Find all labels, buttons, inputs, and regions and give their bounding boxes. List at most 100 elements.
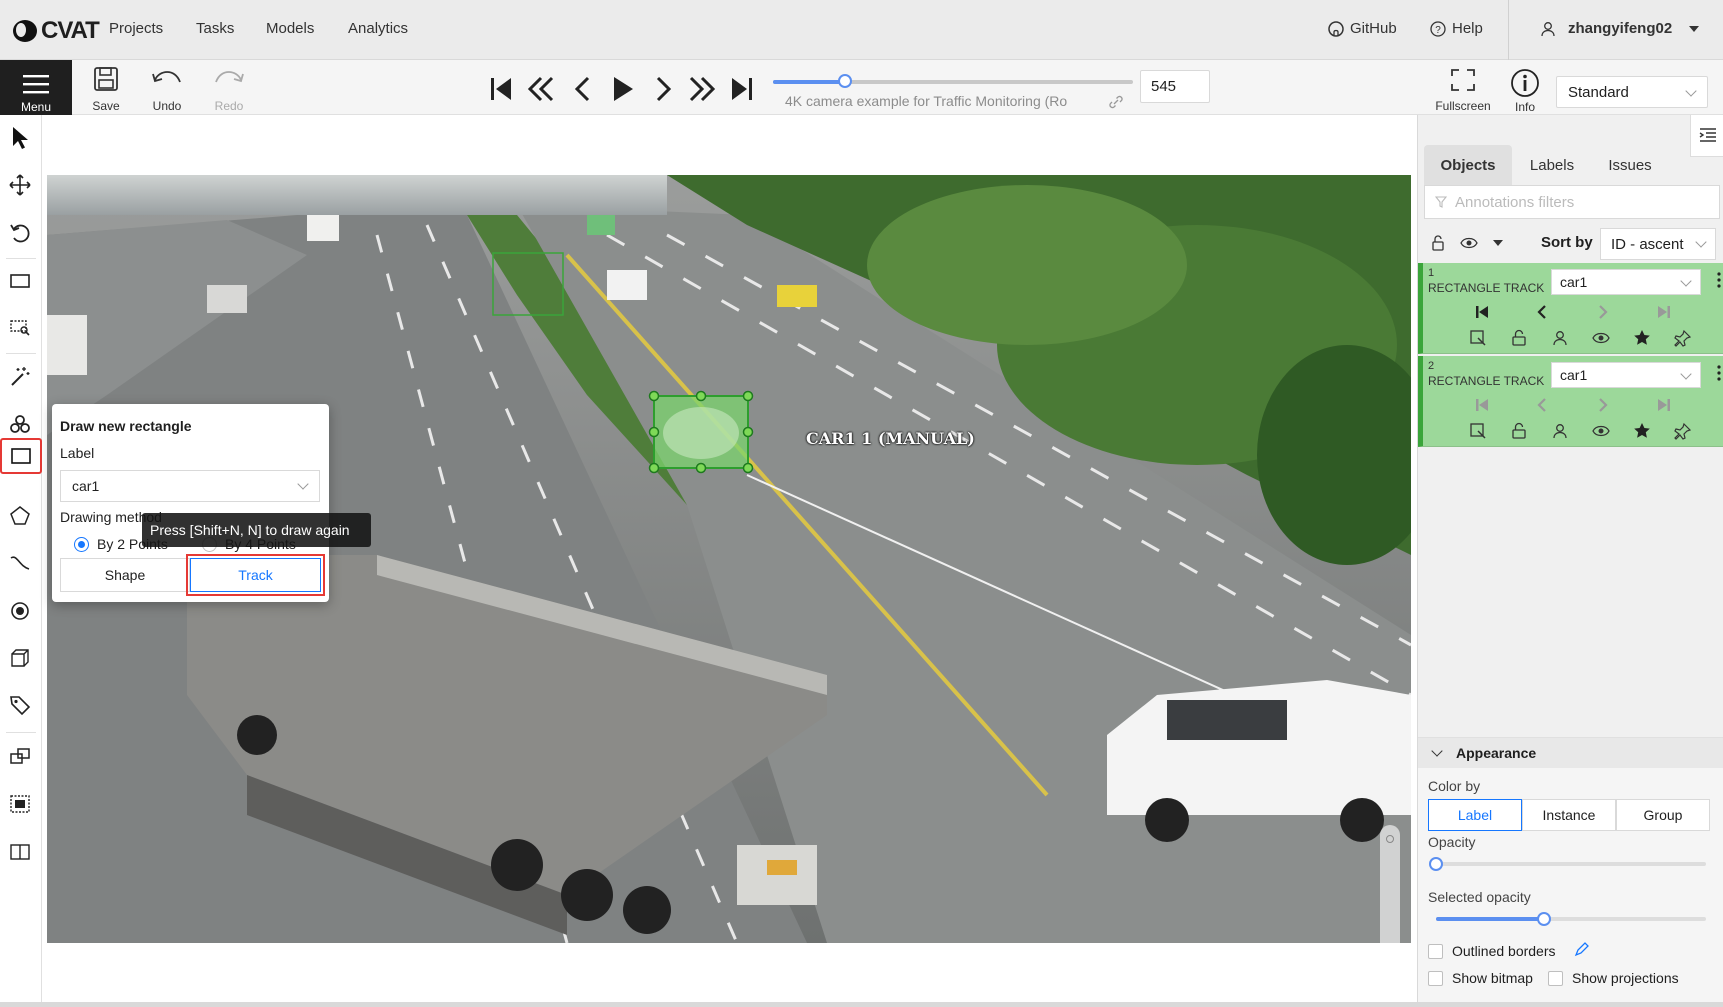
- color-by-group[interactable]: Group: [1616, 799, 1710, 831]
- split-track-tool[interactable]: [5, 837, 35, 867]
- fullscreen-button[interactable]: Fullscreen: [1432, 68, 1494, 116]
- shortcut-tooltip: Press [Shift+N, N] to draw again: [142, 513, 371, 547]
- magic-wand-tool[interactable]: [5, 361, 35, 391]
- draw-polygon-tool[interactable]: [5, 501, 35, 531]
- save-button[interactable]: Save: [79, 64, 133, 114]
- pin-icon[interactable]: [1674, 422, 1692, 440]
- zoom-handle[interactable]: [1386, 835, 1394, 843]
- visibility-eye-icon[interactable]: [1592, 422, 1610, 440]
- next-keyframe-icon[interactable]: [1594, 303, 1612, 321]
- cvat-logo[interactable]: CVAT: [12, 17, 100, 45]
- cursor-tool[interactable]: [5, 123, 35, 153]
- tab-objects[interactable]: Objects: [1424, 145, 1512, 185]
- frame-slider[interactable]: [773, 74, 1133, 88]
- appearance-header[interactable]: Appearance: [1418, 738, 1723, 768]
- nav-tasks[interactable]: Tasks: [196, 20, 234, 37]
- nav-models[interactable]: Models: [266, 20, 314, 37]
- frame-number-input[interactable]: 545: [1140, 70, 1210, 103]
- more-options-icon[interactable]: [1710, 271, 1723, 289]
- show-bitmap-checkbox[interactable]: [1428, 971, 1443, 986]
- previous-keyframe-icon[interactable]: [1533, 396, 1551, 414]
- visibility-eye-icon[interactable]: [1592, 329, 1610, 347]
- play-icon[interactable]: [607, 74, 637, 104]
- username: zhangyifeng02: [1568, 20, 1673, 37]
- shape-button[interactable]: Shape: [60, 558, 190, 592]
- zoom-region-tool[interactable]: [5, 313, 35, 343]
- pin-icon[interactable]: [1674, 329, 1692, 347]
- fast-backward-icon[interactable]: [526, 74, 556, 104]
- star-icon[interactable]: [1633, 422, 1651, 440]
- selected-opacity-slider[interactable]: [1436, 912, 1706, 926]
- opacity-handle[interactable]: [1429, 857, 1443, 871]
- tab-issues[interactable]: Issues: [1592, 145, 1668, 185]
- next-frame-icon[interactable]: [648, 74, 678, 104]
- unlock-icon[interactable]: [1430, 235, 1446, 251]
- occluded-user-icon[interactable]: [1551, 422, 1569, 440]
- first-keyframe-icon[interactable]: [1473, 396, 1491, 414]
- setup-tag-tool[interactable]: [5, 690, 35, 720]
- frame-slider-handle[interactable]: [838, 74, 852, 88]
- lock-icon[interactable]: [1510, 329, 1528, 347]
- github-link[interactable]: GitHub: [1328, 20, 1397, 37]
- draw-points-tool[interactable]: [5, 596, 35, 626]
- ai-tools[interactable]: [5, 409, 35, 439]
- eye-icon[interactable]: [1460, 235, 1478, 251]
- draw-polyline-tool[interactable]: [5, 548, 35, 578]
- color-by-instance[interactable]: Instance: [1522, 799, 1616, 831]
- draw-cuboid-tool[interactable]: [5, 643, 35, 673]
- outside-icon[interactable]: [1469, 329, 1487, 347]
- object-label-select[interactable]: car1: [1551, 269, 1701, 295]
- last-keyframe-icon[interactable]: [1655, 396, 1673, 414]
- draw-rectangle-tool[interactable]: [0, 438, 42, 474]
- nav-analytics[interactable]: Analytics: [348, 20, 408, 37]
- lock-icon[interactable]: [1510, 422, 1528, 440]
- menu-button[interactable]: Menu: [0, 60, 72, 115]
- chevron-down-icon: [1680, 368, 1692, 380]
- color-picker-icon[interactable]: [1574, 941, 1590, 957]
- link-icon[interactable]: [1108, 94, 1124, 110]
- occluded-user-icon[interactable]: [1551, 329, 1569, 347]
- last-keyframe-icon[interactable]: [1655, 303, 1673, 321]
- caret-down-icon[interactable]: [1492, 239, 1504, 247]
- outlined-borders-checkbox[interactable]: [1428, 944, 1443, 959]
- collapse-sidebar-button[interactable]: [1690, 115, 1723, 157]
- track-button[interactable]: Track: [186, 554, 325, 596]
- opacity-slider[interactable]: [1429, 857, 1706, 871]
- nav-projects[interactable]: Projects: [109, 20, 163, 37]
- user-menu[interactable]: zhangyifeng02: [1540, 20, 1700, 37]
- label-select[interactable]: car1: [60, 470, 320, 502]
- fit-image-tool[interactable]: [5, 266, 35, 296]
- object-label-select[interactable]: car1: [1551, 362, 1701, 388]
- annotations-filter-input[interactable]: Annotations filters: [1424, 185, 1720, 219]
- object-card-2[interactable]: 2 RECTANGLE TRACK car1: [1418, 356, 1723, 447]
- star-icon[interactable]: [1633, 329, 1651, 347]
- redo-button[interactable]: Redo: [202, 64, 256, 114]
- zoom-slider[interactable]: [1380, 825, 1400, 943]
- first-keyframe-icon[interactable]: [1473, 303, 1491, 321]
- color-by-label[interactable]: Label: [1428, 799, 1522, 831]
- last-frame-icon[interactable]: [727, 74, 757, 104]
- help-link[interactable]: ? Help: [1430, 20, 1483, 37]
- rotate-tool[interactable]: [5, 218, 35, 248]
- next-keyframe-icon[interactable]: [1594, 396, 1612, 414]
- previous-frame-icon[interactable]: [568, 74, 598, 104]
- tab-labels[interactable]: Labels: [1512, 145, 1592, 185]
- object-card-1[interactable]: 1 RECTANGLE TRACK car1: [1418, 263, 1723, 354]
- first-frame-icon[interactable]: [486, 74, 516, 104]
- undo-button[interactable]: Undo: [140, 64, 194, 114]
- cuboid-icon: [11, 649, 29, 667]
- move-tool[interactable]: [5, 170, 35, 200]
- selected-opacity-handle[interactable]: [1537, 912, 1551, 926]
- show-projections-checkbox[interactable]: [1548, 971, 1563, 986]
- bottom-scrollbar[interactable]: [0, 1002, 1723, 1007]
- previous-keyframe-icon[interactable]: [1533, 303, 1551, 321]
- more-options-icon[interactable]: [1710, 364, 1723, 382]
- sort-select[interactable]: ID - ascent: [1600, 228, 1716, 260]
- group-shapes-tool[interactable]: [5, 789, 35, 819]
- group-icon: [10, 795, 30, 813]
- merge-shapes-tool[interactable]: [5, 741, 35, 771]
- outside-icon[interactable]: [1469, 422, 1487, 440]
- info-button[interactable]: Info: [1505, 68, 1545, 116]
- fast-forward-icon[interactable]: [687, 74, 717, 104]
- workspace-select[interactable]: Standard: [1556, 76, 1708, 108]
